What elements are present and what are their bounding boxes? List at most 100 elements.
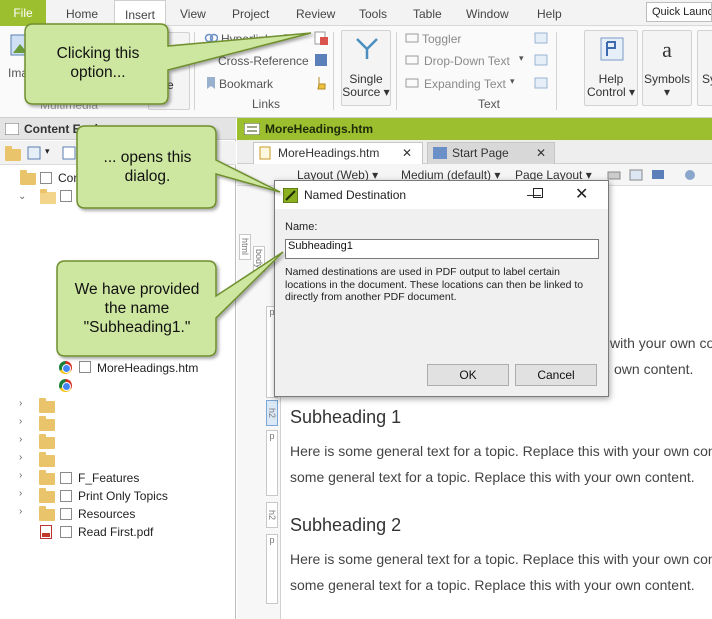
toggler-icon <box>405 33 419 43</box>
text-option-icon-1[interactable] <box>534 31 548 45</box>
bookmark-icon <box>207 77 215 89</box>
structure-tag-h2-1[interactable]: h2 <box>266 400 278 426</box>
structure-tag-html[interactable]: html <box>239 234 251 260</box>
text-option-icon-3[interactable] <box>534 76 548 90</box>
menu-tab-home[interactable]: Home <box>66 0 98 26</box>
symbols-button[interactable]: a Symbols ▾ <box>642 30 692 106</box>
maximize-button[interactable] <box>533 188 543 198</box>
dialog-title: Named Destination <box>275 181 608 209</box>
checkbox[interactable] <box>60 526 72 538</box>
close-icon[interactable]: ✕ <box>536 143 546 163</box>
help-control-button[interactable]: Help Control ▾ <box>584 30 638 106</box>
tree-item-print-only-topics[interactable]: Print Only Topics <box>78 487 168 505</box>
text-option-icon-2[interactable] <box>534 53 548 67</box>
tree-item-resources[interactable]: Resources <box>78 505 135 523</box>
content-explorer-pane: Content Explorer ▾ Content ⌄ DropDowns.h… <box>0 118 236 619</box>
cancel-button[interactable]: Cancel <box>515 364 597 386</box>
symbols-icon: a <box>662 37 672 62</box>
chevron-right-icon[interactable]: › <box>19 470 22 481</box>
bookmark-button[interactable]: Bookmark <box>219 77 273 91</box>
dialog-description: Named destinations are used in PDF outpu… <box>285 266 584 303</box>
content-explorer-title: Content Explorer <box>0 118 236 140</box>
print-icon[interactable] <box>607 168 621 182</box>
checkbox[interactable] <box>60 490 72 502</box>
checkbox[interactable] <box>60 508 72 520</box>
menu-tab-table[interactable]: Table <box>413 0 442 26</box>
tree-item-f-features[interactable]: F_Features <box>78 469 139 487</box>
new-item-icon[interactable] <box>62 146 76 160</box>
close-icon[interactable]: ✕ <box>402 143 412 163</box>
monitor-icon[interactable] <box>651 168 665 182</box>
structure-tag-body[interactable]: body <box>253 246 265 272</box>
chevron-right-icon[interactable]: › <box>19 488 22 499</box>
close-button[interactable]: ✕ <box>575 185 588 205</box>
menu-tab-file[interactable]: File <box>0 0 46 26</box>
editor-window-title: MoreHeadings.htm <box>237 118 712 140</box>
checkbox[interactable] <box>60 472 72 484</box>
editor-window-icon <box>244 123 260 135</box>
named-destination-icon[interactable] <box>314 31 328 45</box>
menu-tab-window[interactable]: Window <box>466 0 509 26</box>
tab-start-page-label: Start Page <box>452 146 509 160</box>
folder-icon <box>20 170 36 185</box>
preview-icon[interactable] <box>629 168 643 182</box>
checkbox[interactable] <box>79 361 91 373</box>
hyperlink-button[interactable]: Hyperlink <box>221 32 271 46</box>
more-ribbon-button[interactable]: Sy <box>697 30 712 106</box>
menu-tab-view[interactable]: View <box>180 0 206 26</box>
text-group-label: Text <box>478 97 501 111</box>
menu-tab-help[interactable]: Help <box>537 0 562 26</box>
file-icon <box>259 146 271 160</box>
links-group-label: Links <box>252 97 281 111</box>
single-source-label-2: Source ▾ <box>342 85 390 99</box>
menu-tab-insert[interactable]: Insert <box>114 0 166 27</box>
chevron-right-icon[interactable]: › <box>19 416 22 427</box>
toggler-button[interactable]: Toggler <box>422 32 461 46</box>
tree-item-headings[interactable]: Headings.htm <box>97 341 171 359</box>
quick-launch-input[interactable]: Quick Launch <box>646 2 712 22</box>
chevron-right-icon[interactable]: › <box>19 506 22 517</box>
ribbon-separator <box>556 32 557 110</box>
help-control-icon <box>600 37 624 61</box>
folder-icon <box>39 416 55 431</box>
tab-moreheadings[interactable]: MoreHeadings.htm ✕ <box>253 142 423 164</box>
tree-item-read-first[interactable]: Read First.pdf <box>78 523 153 541</box>
menu-tab-tools[interactable]: Tools <box>359 0 387 26</box>
dropdown-text-button[interactable]: Drop-Down Text <box>424 54 510 68</box>
menu-tab-project[interactable]: Project <box>232 0 269 26</box>
expanding-text-button[interactable]: Expanding Text <box>424 77 506 91</box>
single-source-icon <box>356 38 378 59</box>
tree-item-moreheadings[interactable]: MoreHeadings.htm <box>97 359 198 377</box>
cross-reference-button[interactable]: Cross-Reference <box>218 54 309 68</box>
checkbox[interactable] <box>79 343 91 355</box>
image-button-label[interactable]: Ima <box>8 66 28 80</box>
ok-button[interactable]: OK <box>427 364 509 386</box>
view-icon[interactable] <box>27 146 41 160</box>
settings-icon[interactable] <box>683 168 697 182</box>
paragraph: Here is some general text for a topic. R… <box>290 551 712 567</box>
chevron-right-icon[interactable]: › <box>19 452 22 463</box>
pdf-file-icon <box>40 525 52 539</box>
dropdown-text-arrow[interactable]: ▾ <box>519 53 524 64</box>
name-input[interactable]: Subheading1 <box>285 239 599 259</box>
open-folder-icon[interactable] <box>5 146 21 161</box>
hand-pointer-icon[interactable] <box>314 76 328 90</box>
view-dropdown-arrow[interactable]: ▾ <box>45 146 50 157</box>
cross-reference-icon <box>315 54 327 66</box>
checkbox[interactable] <box>40 172 52 184</box>
chevron-down-icon[interactable]: ⌄ <box>18 191 26 202</box>
menu-tab-review[interactable]: Review <box>296 0 335 26</box>
hyperlink-dropdown-arrow[interactable]: ▾ <box>284 31 289 42</box>
expanding-text-icon <box>405 78 419 88</box>
paragraph-fragment: own content. <box>614 361 694 377</box>
name-label: Name: <box>285 221 318 233</box>
expanding-text-arrow[interactable]: ▾ <box>510 76 515 87</box>
chevron-right-icon[interactable]: › <box>19 434 22 445</box>
checkbox[interactable] <box>60 190 72 202</box>
browser-file-icon <box>59 343 72 356</box>
structure-tag-p[interactable]: p <box>266 430 278 496</box>
single-source-button[interactable]: Single Source ▾ <box>341 30 391 106</box>
structure-tag-h2-2[interactable]: h2 <box>266 502 278 528</box>
chevron-right-icon[interactable]: › <box>19 398 22 409</box>
structure-tag-p[interactable]: p <box>266 534 278 604</box>
